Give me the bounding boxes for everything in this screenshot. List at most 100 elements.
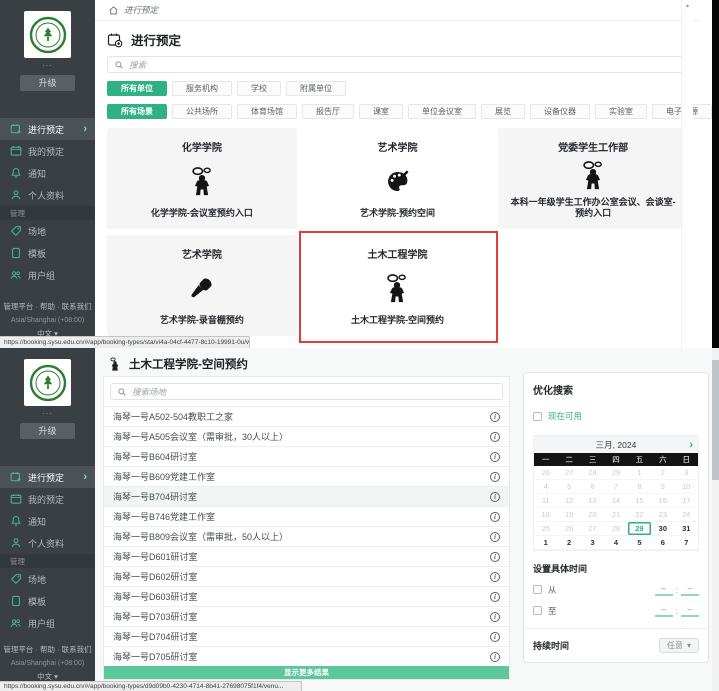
info-icon[interactable]: i [490, 452, 500, 462]
unit-filter-chip[interactable]: 服务机构 [172, 81, 232, 96]
scene-filter-chip[interactable]: 展览 [481, 104, 525, 119]
calendar-day[interactable]: 23 [651, 508, 674, 522]
scroll-up-arrow-icon[interactable]: ▲ [682, 3, 693, 9]
calendar-day[interactable]: 18 [534, 508, 557, 522]
calendar-day[interactable]: 27 [557, 466, 580, 480]
calendar-day[interactable]: 30 [651, 522, 674, 536]
scene-filter-chip[interactable]: 课室 [359, 104, 403, 119]
scene-filter-chip[interactable]: 公共场所 [172, 104, 232, 119]
calendar-day[interactable]: 7 [675, 536, 698, 550]
sidebar-item-profile[interactable]: 个人资料 [0, 184, 95, 206]
sidebar-footer-links[interactable]: 管理平台 · 帮助 · 联系我们 [0, 646, 95, 654]
available-now-checkbox[interactable] [533, 412, 542, 421]
minute-input[interactable]: – [681, 583, 699, 596]
scene-filter-chip[interactable]: 实验室 [595, 104, 647, 119]
calendar-day[interactable]: 6 [651, 536, 674, 550]
calendar-day[interactable]: 20 [581, 508, 604, 522]
time-from-checkbox[interactable] [533, 585, 542, 594]
upgrade-button[interactable]: 升级 [20, 75, 75, 91]
room-list-item[interactable]: 海琴一号B704研讨室 i [104, 486, 509, 506]
room-list-item[interactable]: 海琴一号D602研讨室 i [104, 566, 509, 586]
sidebar-item-venues[interactable]: 场地 [0, 220, 95, 242]
sidebar-item-scheduler[interactable]: 进行预定 › [0, 118, 95, 140]
scene-filter-chip[interactable]: 体育场馆 [237, 104, 297, 119]
scene-filter-chip[interactable]: 报告厅 [302, 104, 354, 119]
sidebar-item-scheduler[interactable]: 进行预定 › [0, 466, 95, 488]
venue-card-student-affairs[interactable]: 党委学生工作部 本科一年级学生工作办公室会议、会谈室-预约入口 [498, 128, 688, 229]
space-search-input[interactable] [132, 387, 496, 397]
scene-filter-chip[interactable]: 设备仪器 [530, 104, 590, 119]
calendar-day[interactable]: 24 [675, 508, 698, 522]
calendar-day[interactable]: 4 [534, 480, 557, 494]
room-list-item[interactable]: 海琴一号D703研讨室 i [104, 606, 509, 626]
sidebar-item-venues[interactable]: 场地 [0, 568, 95, 590]
room-list-item[interactable]: 海琴一号D601研讨室 i [104, 546, 509, 566]
sidebar-item-my-bookings[interactable]: 我的预定 [0, 140, 95, 162]
calendar-day[interactable]: 28 [581, 466, 604, 480]
hour-input[interactable]: – [655, 583, 673, 596]
info-icon[interactable]: i [490, 432, 500, 442]
minute-input[interactable]: – [681, 604, 699, 617]
calendar-day[interactable]: 2 [651, 466, 674, 480]
room-list-item[interactable]: 海琴一号B746党建工作室 i [104, 506, 509, 526]
language-selector[interactable]: 中文 ▾ [0, 673, 95, 681]
scrollbar[interactable]: ▲ [681, 0, 693, 348]
scrollbar[interactable] [712, 348, 719, 691]
info-icon[interactable]: i [490, 612, 500, 622]
calendar-day[interactable]: 14 [604, 494, 627, 508]
scene-filter-chip[interactable]: 所有场景 [107, 104, 167, 119]
room-list-item[interactable]: 海琴一号B809会议室（需审批，50人以上） i [104, 526, 509, 546]
venue-card-art-space[interactable]: 艺术学院 艺术学院-预约空间 [303, 128, 493, 229]
sidebar-item-notifications[interactable]: 通知 [0, 510, 95, 532]
calendar-day[interactable]: 25 [534, 522, 557, 536]
calendar-day[interactable]: 11 [534, 494, 557, 508]
calendar-day[interactable]: 10 [675, 480, 698, 494]
time-to-checkbox[interactable] [533, 606, 542, 615]
info-icon[interactable]: i [490, 512, 500, 522]
calendar-day[interactable]: 1 [534, 536, 557, 550]
next-month-icon[interactable]: › [689, 436, 693, 453]
venue-card-chemistry[interactable]: 化学学院 化学学院-会议室预约入口 [107, 128, 297, 229]
sidebar-item-user-groups[interactable]: 用户组 [0, 612, 95, 634]
venue-card-art-studio[interactable]: 艺术学院 艺术学院-录音棚预约 [107, 235, 297, 336]
info-icon[interactable]: i [490, 472, 500, 482]
room-list-item[interactable]: 海琴一号A502-504教职工之家 i [104, 406, 509, 426]
calendar-day[interactable]: 29 [604, 466, 627, 480]
show-more-results-button[interactable]: 显示更多结果 [104, 666, 509, 679]
calendar-day[interactable]: 5 [557, 480, 580, 494]
calendar-day[interactable]: 31 [675, 522, 698, 536]
calendar-day[interactable]: 17 [675, 494, 698, 508]
scene-filter-chip[interactable]: 单位会议室 [408, 104, 476, 119]
calendar-day[interactable]: 4 [604, 536, 627, 550]
calendar-day[interactable]: 8 [628, 480, 651, 494]
calendar-day[interactable]: 13 [581, 494, 604, 508]
calendar-day[interactable]: 7 [604, 480, 627, 494]
info-icon[interactable]: i [490, 552, 500, 562]
calendar-day[interactable]: 22 [628, 508, 651, 522]
hour-input[interactable]: – [655, 604, 673, 617]
calendar-day[interactable]: 3 [581, 536, 604, 550]
calendar-day[interactable]: 29 [628, 522, 651, 536]
sidebar-item-user-groups[interactable]: 用户组 [0, 264, 95, 286]
calendar-day[interactable]: 26 [534, 466, 557, 480]
calendar-day[interactable]: 27 [581, 522, 604, 536]
room-list-item[interactable]: 海琴一号D705研讨室 i [104, 646, 509, 666]
info-icon[interactable]: i [490, 592, 500, 602]
calendar-day[interactable]: 26 [557, 522, 580, 536]
info-icon[interactable]: i [490, 532, 500, 542]
duration-select[interactable]: 任意 ▾ [659, 638, 699, 653]
upgrade-button[interactable]: 升级 [20, 423, 75, 439]
room-list-item[interactable]: 海琴一号B609党建工作室 i [104, 466, 509, 486]
calendar-day[interactable]: 1 [628, 466, 651, 480]
calendar-day[interactable]: 9 [651, 480, 674, 494]
info-icon[interactable]: i [490, 572, 500, 582]
home-icon[interactable] [108, 5, 119, 16]
sidebar-item-notifications[interactable]: 通知 [0, 162, 95, 184]
calendar-day[interactable]: 21 [604, 508, 627, 522]
sidebar-footer-links[interactable]: 管理平台 · 帮助 · 联系我们 [0, 303, 95, 311]
room-list-item[interactable]: 海琴一号D603研讨室 i [104, 586, 509, 606]
calendar-day[interactable]: 12 [557, 494, 580, 508]
info-icon[interactable]: i [490, 652, 500, 662]
calendar-day[interactable]: 5 [628, 536, 651, 550]
info-icon[interactable]: i [490, 492, 500, 502]
